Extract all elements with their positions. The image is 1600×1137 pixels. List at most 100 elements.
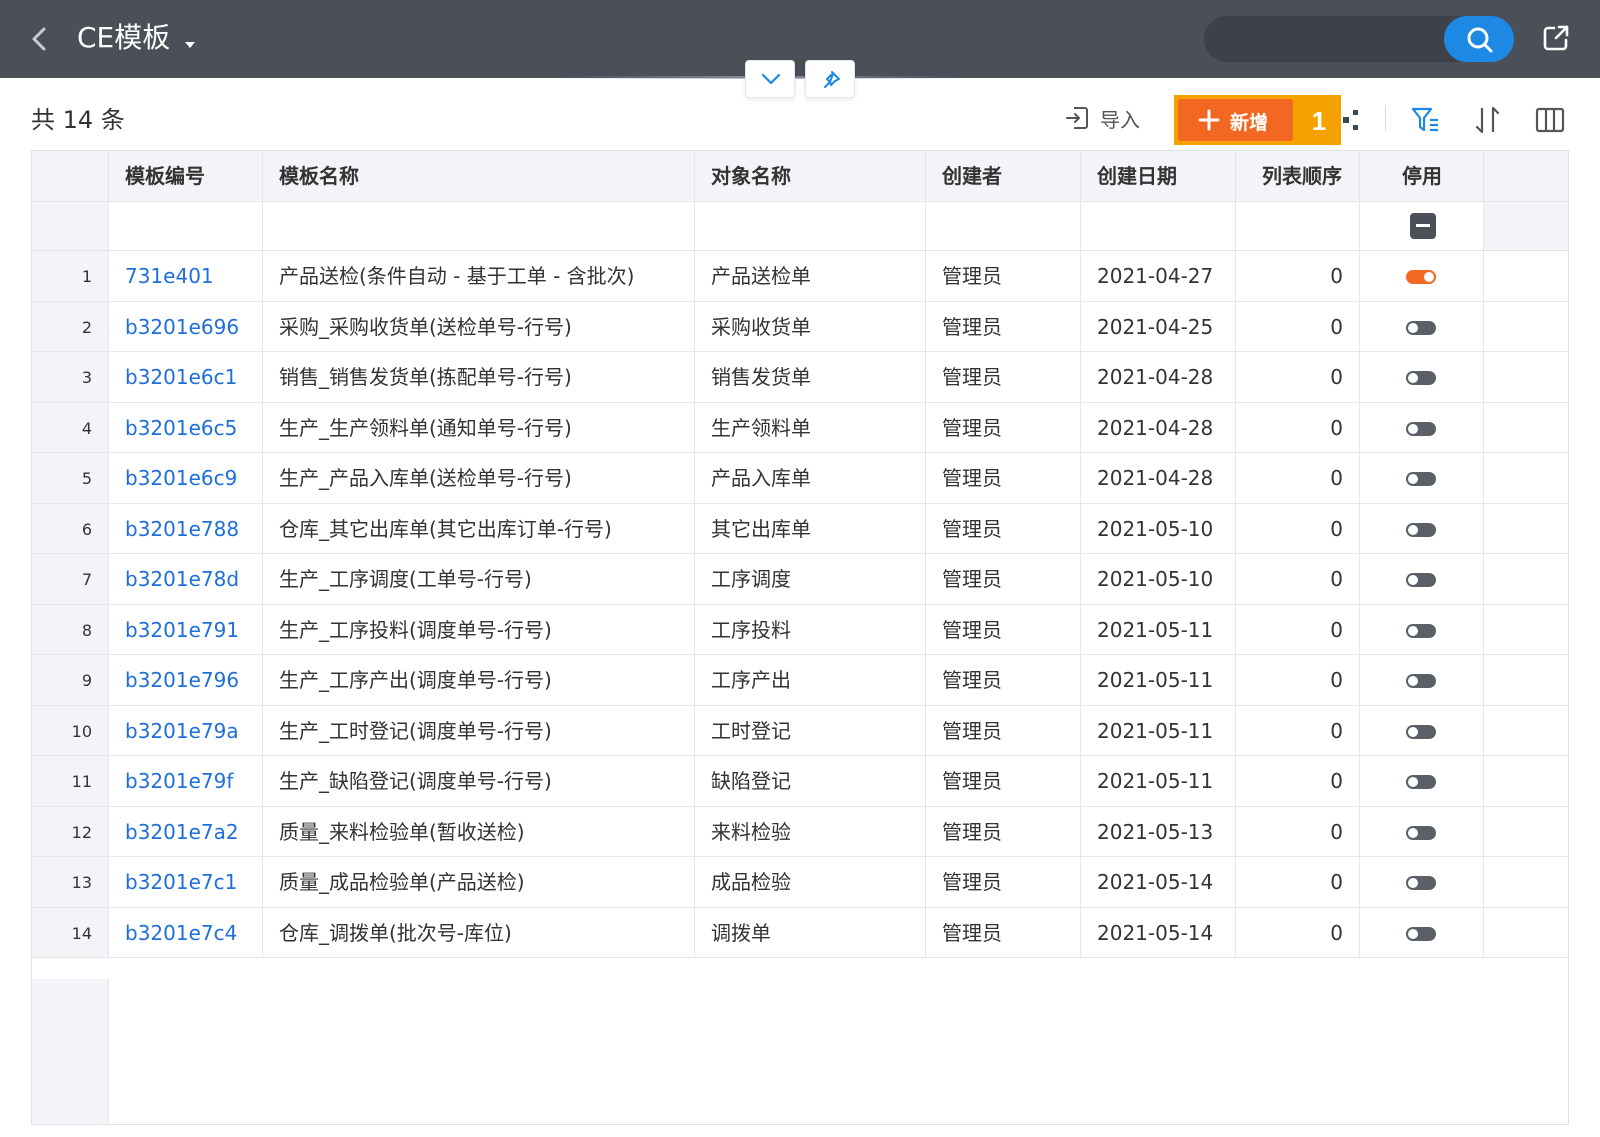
disable-toggle[interactable] [1406,926,1436,941]
column-header-date[interactable]: 创建日期 [1081,151,1236,201]
disable-toggle[interactable] [1406,674,1436,688]
disable-toggle[interactable] [1406,623,1436,638]
list-order: 0 [1236,251,1360,301]
columns-icon[interactable] [1534,104,1566,136]
template-code-link[interactable]: b3201e79f [109,756,263,806]
disable-toggle[interactable] [1406,371,1436,385]
created-date: 2021-04-28 [1081,352,1236,402]
table-row[interactable]: 11 b3201e79f 生产_缺陷登记(调度单号-行号) 缺陷登记 管理员 2021-0… [32,756,1568,807]
column-header-name[interactable]: 模板名称 [263,151,695,201]
row-index: 8 [32,604,109,654]
template-code-link[interactable]: b3201e696 [109,301,263,351]
table-row[interactable]: 1 731e401 产品送检(条件自动 - 基于工单 - 含批次) 产品送检单 管理员 2… [32,251,1568,302]
list-order: 0 [1236,857,1360,907]
table-row[interactable]: 4 b3201e6c5 生产_生产领料单(通知单号-行号) 生产领料单 管理员 2021-… [32,402,1568,453]
table-row[interactable]: 2 b3201e696 采购_采购收货单(送检单号-行号) 采购收货单 管理员 2021-… [32,301,1568,352]
table-row[interactable]: 12 b3201e7a2 质量_来料检验单(暂收送检) 来料检验 管理员 2021-05-… [32,806,1568,857]
column-header-order[interactable]: 列表顺序 [1236,151,1360,201]
template-code-link[interactable]: b3201e791 [109,604,263,654]
column-header-disabled[interactable]: 停用 [1360,151,1484,201]
template-code-link[interactable]: 731e401 [109,251,263,301]
column-header-object[interactable]: 对象名称 [695,151,926,201]
disable-toggle[interactable] [1406,421,1436,436]
creator: 管理员 [926,301,1081,351]
disable-toggle[interactable] [1406,876,1436,890]
list-order: 0 [1236,453,1360,503]
created-date: 2021-05-10 [1081,554,1236,604]
filter-cell-object[interactable] [695,202,926,250]
table-row[interactable]: 6 b3201e788 仓库_其它出库单(其它出库订单-行号) 其它出库单 管理员 202… [32,503,1568,554]
template-code-link[interactable]: b3201e7c4 [109,907,263,957]
table-row[interactable]: 5 b3201e6c9 生产_产品入库单(送检单号-行号) 产品入库单 管理员 2021-… [32,453,1568,504]
created-date: 2021-04-25 [1081,301,1236,351]
filter-cell-code[interactable] [109,202,263,250]
search-input[interactable] [1222,16,1442,62]
row-index: 11 [32,756,109,806]
template-code-link[interactable]: b3201e796 [109,655,263,705]
caret-down-icon[interactable] [184,34,196,48]
template-code-link[interactable]: b3201e78d [109,554,263,604]
extra-cell [1484,857,1568,907]
table-row[interactable]: 14 b3201e7c4 仓库_调拨单(批次号-库位) 调拨单 管理员 2021-05-1… [32,907,1568,958]
template-name: 生产_缺陷登记(调度单号-行号) [263,756,695,806]
disabled-cell [1360,402,1484,452]
row-index: 7 [32,554,109,604]
disabled-cell [1360,806,1484,856]
object-name: 工时登记 [695,705,926,755]
disable-toggle[interactable] [1406,522,1436,537]
extra-cell [1484,504,1568,554]
extra-cell [1484,554,1568,604]
template-code-link[interactable]: b3201e7a2 [109,806,263,856]
created-date: 2021-05-11 [1081,705,1236,755]
table-row[interactable]: 9 b3201e796 生产_工序产出(调度单号-行号) 工序产出 管理员 2021-05… [32,655,1568,706]
share-icon[interactable] [1540,22,1572,54]
list-order: 0 [1236,402,1360,452]
template-name: 销售_销售发货单(拣配单号-行号) [263,352,695,402]
table-row[interactable]: 8 b3201e791 生产_工序投料(调度单号-行号) 工序投料 管理员 2021-05… [32,604,1568,655]
filter-cell-creator[interactable] [926,202,1081,250]
step-badge: 1 [1311,106,1327,136]
template-code-link[interactable]: b3201e6c1 [109,352,263,402]
row-index: 4 [32,402,109,452]
filter-cell-order[interactable] [1236,202,1360,250]
table-row[interactable]: 3 b3201e6c1 销售_销售发货单(拣配单号-行号) 销售发货单 管理员 2021-… [32,352,1568,403]
collapse-header-button[interactable] [745,60,795,98]
table-row[interactable]: 7 b3201e78d 生产_工序调度(工单号-行号) 工序调度 管理员 2021-05-… [32,554,1568,605]
creator: 管理员 [926,554,1081,604]
disable-toggle[interactable] [1406,472,1436,486]
disable-toggle[interactable] [1406,724,1436,739]
disable-toggle[interactable] [1406,320,1436,335]
template-code-link[interactable]: b3201e6c5 [109,402,263,452]
plus-icon [1198,109,1220,131]
filter-cell-name[interactable] [263,202,695,250]
disable-toggle[interactable] [1406,270,1436,284]
disable-toggle[interactable] [1406,775,1436,789]
template-code-link[interactable]: b3201e79a [109,705,263,755]
table-row[interactable]: 10 b3201e79a 生产_工时登记(调度单号-行号) 工时登记 管理员 2021-0… [32,705,1568,756]
filter-icon[interactable] [1410,104,1442,136]
disabled-cell [1360,453,1484,503]
disable-toggle[interactable] [1406,573,1436,587]
add-button[interactable]: 新增 [1178,99,1293,141]
template-code-link[interactable]: b3201e7c1 [109,857,263,907]
row-index: 2 [32,301,109,351]
column-header-creator[interactable]: 创建者 [926,151,1081,201]
back-arrow-icon[interactable] [26,20,56,58]
more-icon[interactable] [1343,108,1361,132]
template-code-link[interactable]: b3201e788 [109,503,263,553]
created-date: 2021-05-11 [1081,655,1236,705]
column-header-index [32,151,109,201]
sort-icon[interactable] [1472,104,1504,136]
column-header-code[interactable]: 模板编号 [109,151,263,201]
search-button[interactable] [1444,16,1514,62]
indeterminate-checkbox[interactable] [1410,213,1436,239]
table-row[interactable]: 13 b3201e7c1 质量_成品检验单(产品送检) 成品检验 管理员 2021-05-… [32,857,1568,908]
created-date: 2021-04-27 [1081,251,1236,301]
extra-cell [1484,453,1568,503]
template-code-link[interactable]: b3201e6c9 [109,453,263,503]
filter-cell-extra [1484,202,1568,250]
disable-toggle[interactable] [1406,825,1436,840]
page-title: CE模板 [77,21,171,54]
pin-header-button[interactable] [805,60,855,98]
filter-cell-date[interactable] [1081,202,1236,250]
